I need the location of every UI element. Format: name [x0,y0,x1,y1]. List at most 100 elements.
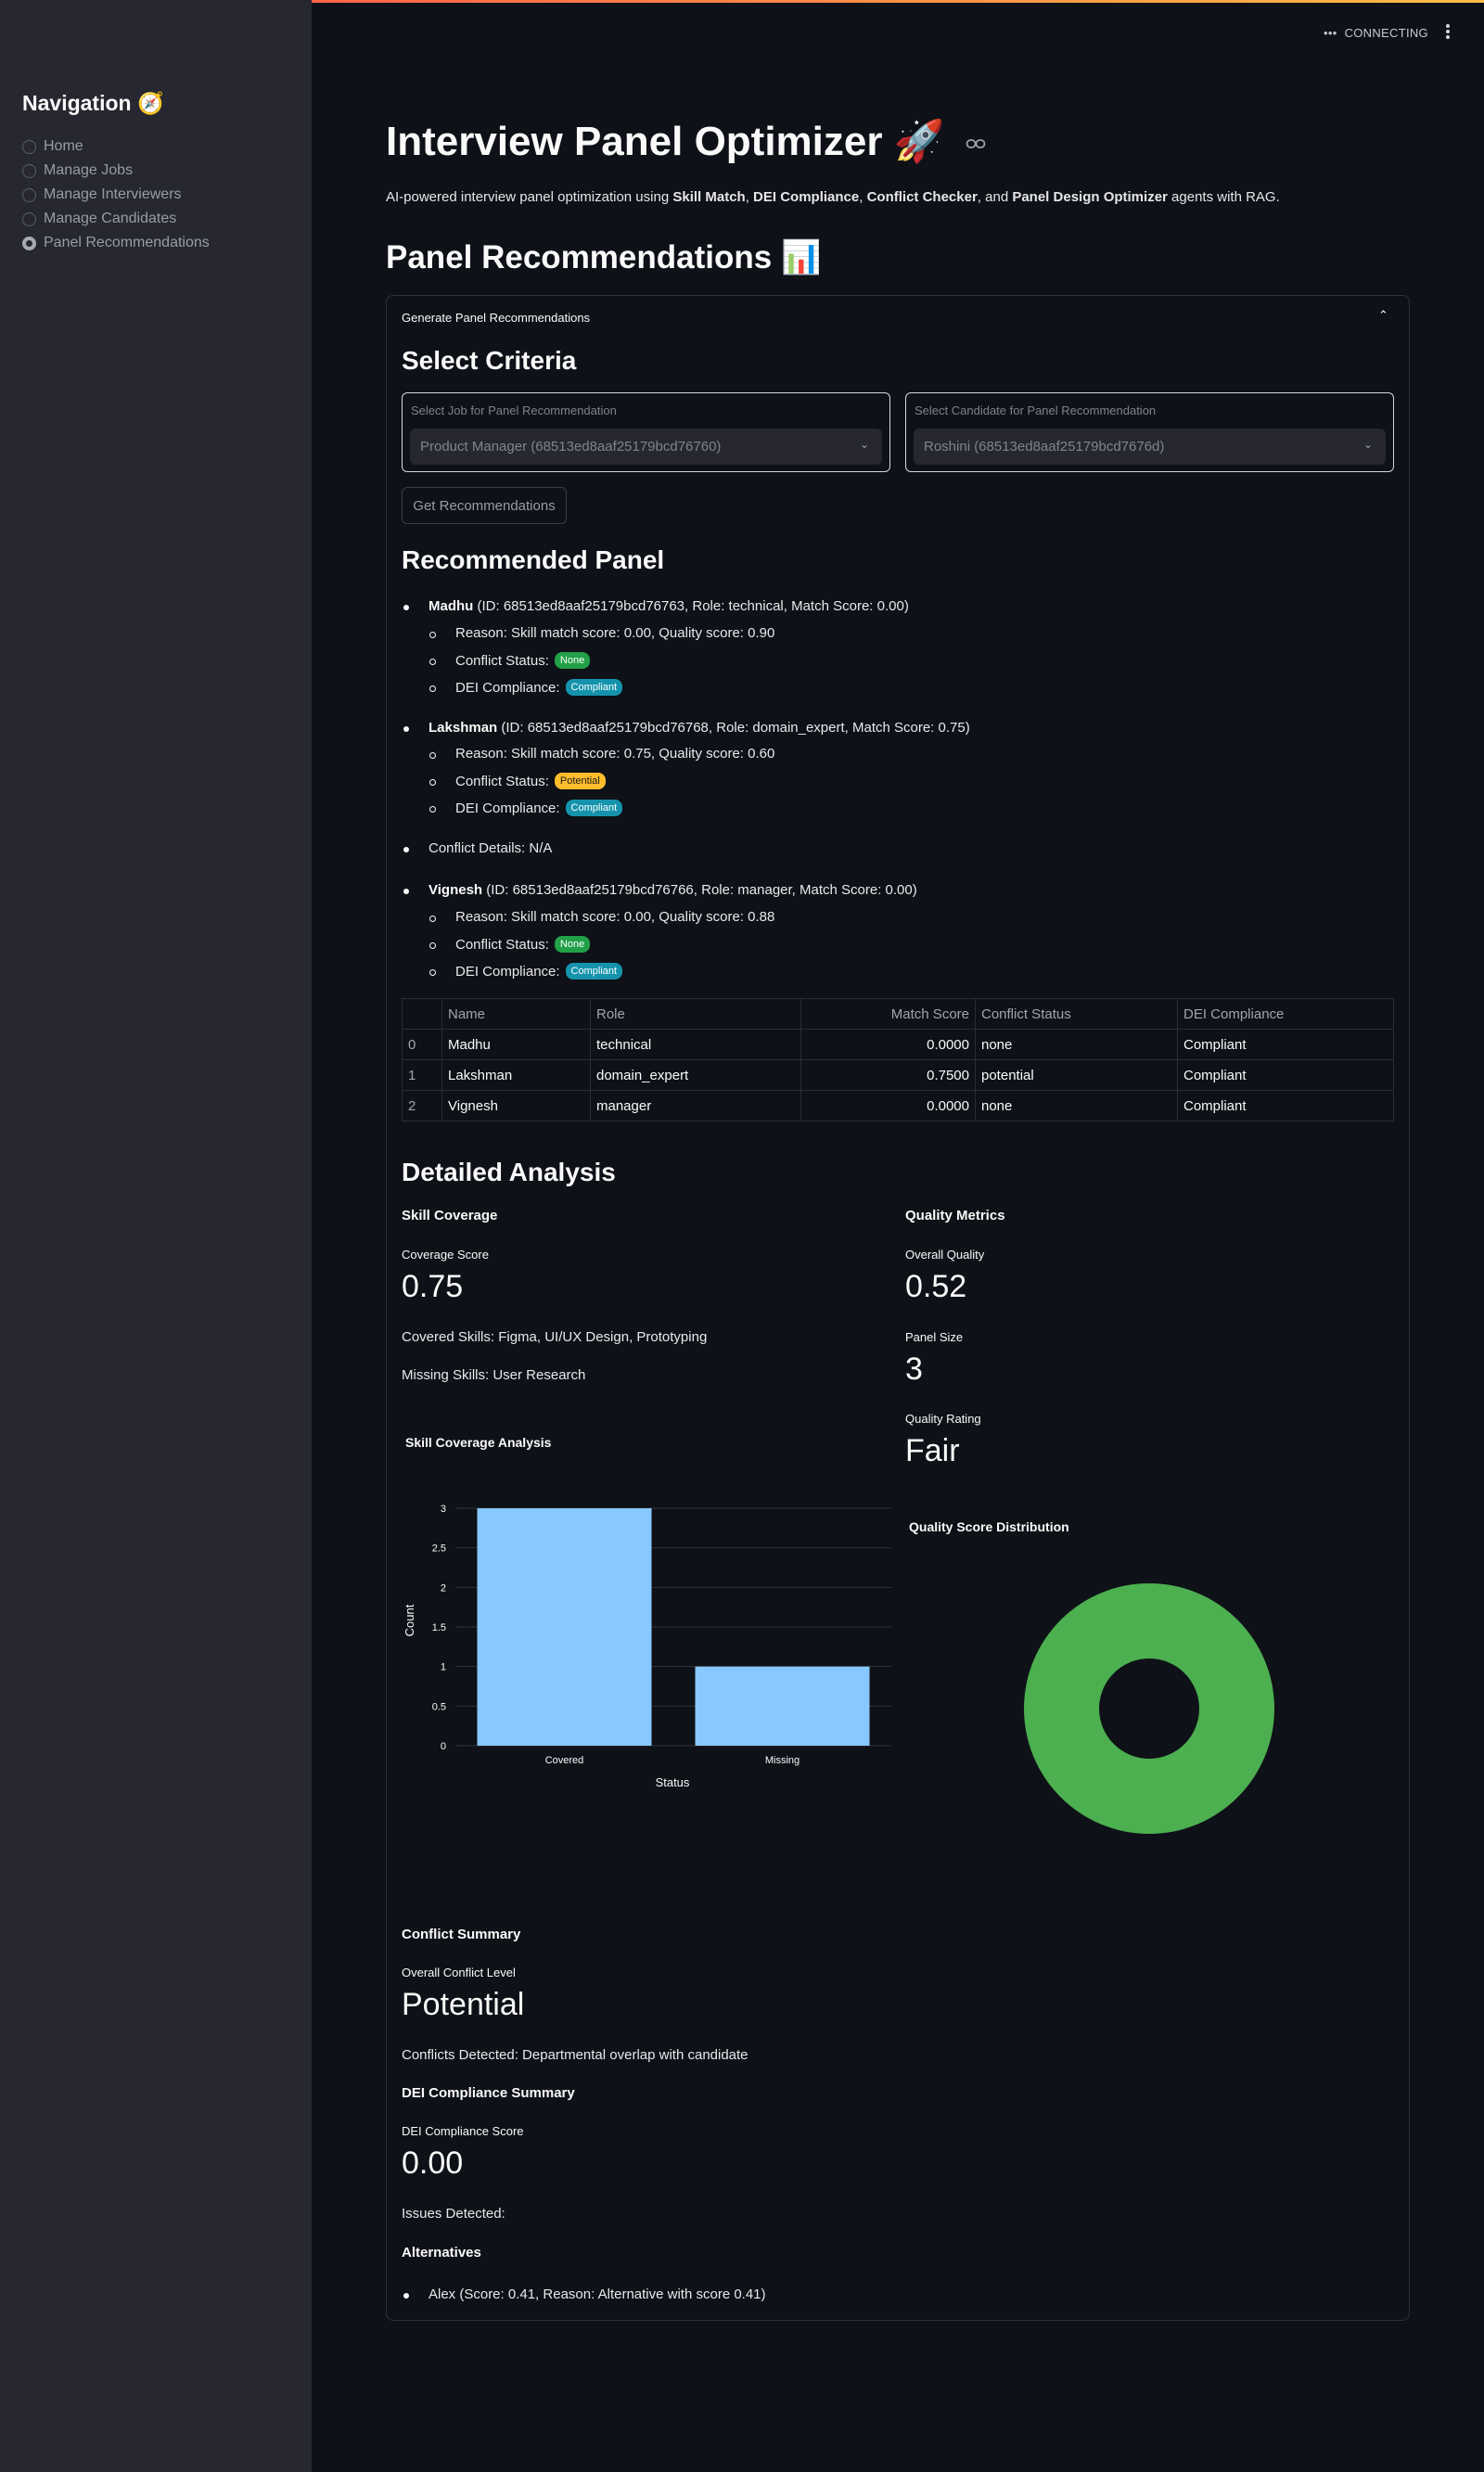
pie-slice[interactable] [1024,1582,1274,1835]
chevron-down-icon: ⌄ [859,438,869,451]
conflict-summary-title: Conflict Summary [402,1927,521,1942]
quality-metrics-title: Quality Metrics [905,1208,1005,1223]
y-tick-label: 0.5 [432,1701,446,1712]
connection-status-label: CONNECTING [1344,26,1428,40]
member-reason: Reason: Skill match score: 0.00, Quality… [455,625,775,641]
radio-icon [22,163,36,178]
conflicts-detected: Conflicts Detected: Departmental overlap… [402,2047,748,2063]
bar-missing[interactable] [695,1666,870,1746]
y-tick-label: 0 [441,1741,446,1752]
table-cell: Vignesh [441,1090,591,1121]
bullet-icon [403,889,409,894]
candidate-select[interactable]: Select Candidate for Panel Recommendatio… [905,392,1394,472]
table-cell: 2 [402,1090,442,1121]
radio-selected-icon [22,236,36,250]
job-select-field[interactable]: Product Manager (68513ed8aaf25179bcd7676… [410,429,882,465]
y-tick-label: 2 [441,1582,446,1594]
radio-icon [22,139,36,154]
sidebar-item-label: Manage Candidates [44,211,177,226]
table-cell: domain_expert [590,1059,801,1091]
y-tick-label: 1.5 [432,1622,446,1633]
table-row: 2 Vignesh manager 0.0000 none Compliant [402,1090,1394,1121]
job-select[interactable]: Select Job for Panel Recommendation Prod… [402,392,890,472]
sidebar-item-manage-jobs[interactable]: Manage Jobs [22,162,133,179]
page-description: AI-powered interview panel optimization … [386,189,1280,205]
sub-bullet-icon [429,779,436,786]
criteria-title: Select Criteria [402,346,577,375]
table-cell: 0.0000 [800,1090,976,1121]
status-badge: Potential [554,773,606,789]
sidebar-item-home[interactable]: Home [22,138,83,155]
quality-score-chart[interactable]: Quality Score Distribution [905,1517,1394,1851]
kebab-icon [1446,24,1450,28]
bar-covered[interactable] [477,1508,652,1746]
column-header[interactable]: Conflict Status [975,998,1178,1030]
status-badge: None [554,936,591,953]
chevron-up-icon[interactable]: ⌃ [1378,308,1388,323]
coverage-score-value: 0.75 [402,1269,464,1304]
member-conflict: Conflict Status: None [455,936,591,953]
sub-bullet-icon [429,806,436,813]
status-badge: None [554,652,591,669]
section-title: Panel Recommendations 📊 [386,239,822,275]
table-cell: manager [590,1090,801,1121]
overall-quality-value: 0.52 [905,1269,967,1304]
bullet-icon [403,726,409,732]
sidebar-item-manage-interviewers[interactable]: Manage Interviewers [22,186,182,203]
sidebar-item-label: Manage Jobs [44,162,134,178]
bullet-icon [403,605,409,610]
radio-icon [22,211,36,226]
panel-member: Vignesh (ID: 68513ed8aaf25179bcd76766, R… [429,882,917,898]
sidebar-item-label: Home [44,138,83,154]
candidate-select-label: Select Candidate for Panel Recommendatio… [915,403,1157,417]
candidate-select-value: Roshini (68513ed8aaf25179bcd7676d) [924,439,1165,455]
link-icon[interactable] [966,137,986,150]
sub-bullet-icon [429,659,436,665]
overall-quality-label: Overall Quality [905,1248,985,1262]
panel-member: Lakshman (ID: 68513ed8aaf25179bcd76768, … [429,720,970,736]
sidebar-item-label: Panel Recommendations [44,235,210,250]
quality-rating-value: Fair [905,1433,960,1468]
sub-bullet-icon [429,632,436,638]
column-header[interactable]: Role [590,998,801,1030]
panel-member: Madhu (ID: 68513ed8aaf25179bcd76763, Rol… [429,598,909,614]
ellipsis-icon: ••• [1324,26,1337,40]
status-badge: Compliant [565,679,623,696]
table-cell: 0 [402,1029,442,1060]
y-axis-label: Count [403,1604,416,1636]
missing-skills: Missing Skills: User Research [402,1367,586,1383]
member-dei: DEI Compliance: Compliant [455,963,623,980]
table-cell: none [975,1090,1178,1121]
bullet-icon [403,847,409,852]
get-recommendations-button[interactable]: Get Recommendations [402,487,567,524]
main-menu-button[interactable] [1443,22,1452,43]
bullet-icon [403,2293,409,2299]
column-header[interactable]: Match Score [800,998,976,1030]
column-header[interactable]: Name [441,998,591,1030]
panel-table[interactable]: Name Role Match Score Conflict Status DE… [402,998,1394,1121]
dei-score-value: 0.00 [402,2145,464,2181]
chevron-down-icon: ⌄ [1362,438,1373,451]
alternative-item: Alex (Score: 0.41, Reason: Alternative w… [429,2286,766,2302]
sidebar-item-manage-candidates[interactable]: Manage Candidates [22,211,176,227]
y-tick-label: 2.5 [432,1543,446,1555]
chart-title: Skill Coverage Analysis [405,1435,552,1450]
column-header [402,998,442,1030]
table-cell: Compliant [1177,1059,1394,1091]
skill-coverage-chart[interactable]: Skill Coverage Analysis Covered Missing 0… [402,1428,902,1800]
skill-coverage-title: Skill Coverage [402,1208,498,1223]
column-header[interactable]: DEI Compliance [1177,998,1394,1030]
expander-label[interactable]: Generate Panel Recommendations [402,311,590,325]
table-cell: Compliant [1177,1090,1394,1121]
status-badge: Compliant [565,963,623,980]
member-conflict: Conflict Status: None [455,652,591,669]
table-cell: 0.7500 [800,1059,976,1091]
coverage-score-label: Coverage Score [402,1248,489,1262]
status-badge: Compliant [565,800,623,816]
member-dei: DEI Compliance: Compliant [455,800,623,816]
table-header-row: Name Role Match Score Conflict Status DE… [402,998,1394,1030]
sidebar-item-panel-recommendations[interactable]: Panel Recommendations [22,235,210,251]
candidate-select-field[interactable]: Roshini (68513ed8aaf25179bcd7676d) ⌄ [914,429,1386,465]
member-conflict: Conflict Status: Potential [455,773,606,789]
sidebar: Navigation 🧭 Home Manage Jobs Manage Int… [0,0,312,2472]
